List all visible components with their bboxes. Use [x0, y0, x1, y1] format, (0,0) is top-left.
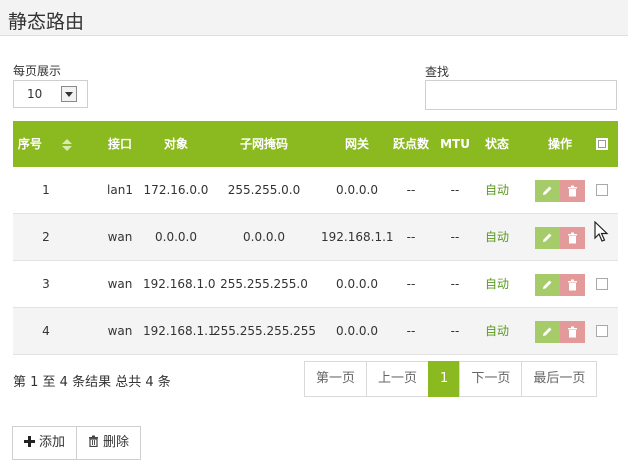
per-page-label: 每页展示	[13, 64, 62, 78]
row-metric: --	[406, 230, 416, 244]
header-cell-gateway: 网关	[344, 137, 369, 151]
bulk-actions: 添加 删除	[12, 426, 142, 460]
delete-button-label: 删除	[103, 435, 130, 450]
trash-icon	[89, 435, 99, 447]
row-metric: --	[406, 183, 416, 197]
delete-row-button[interactable]	[560, 274, 585, 296]
trash-icon	[568, 279, 577, 291]
sort-icon[interactable]	[60, 138, 74, 152]
header-cell-metric: 跃点数	[392, 137, 429, 151]
per-page-value: 10	[27, 87, 43, 101]
search-input[interactable]	[425, 80, 617, 110]
title-bar: 静态路由	[0, 0, 628, 36]
pencil-icon	[543, 327, 552, 336]
delete-row-button[interactable]	[560, 180, 585, 202]
row-target: 192.168.1.1	[143, 324, 216, 338]
row-target: 172.16.0.0	[143, 183, 209, 197]
row-actions	[535, 274, 585, 296]
page-title: 静态路由	[8, 11, 85, 33]
header-cell-mask: 子网掩码	[239, 137, 288, 151]
row-checkbox[interactable]	[596, 325, 608, 337]
header-cell-iface: 接口	[107, 137, 132, 151]
edit-button[interactable]	[535, 180, 560, 202]
row-mtu: --	[450, 183, 460, 197]
row-gateway: 0.0.0.0	[336, 277, 378, 291]
pager-prev-button[interactable]: 上一页	[366, 361, 430, 397]
add-button[interactable]: 添加	[12, 426, 78, 460]
pager-next-button[interactable]: 下一页	[459, 361, 523, 397]
row-iface: wan	[107, 277, 133, 291]
row-status: 自动	[484, 183, 509, 197]
delete-row-button[interactable]	[560, 321, 585, 343]
row-status: 自动	[484, 277, 509, 291]
result-summary: 第 1 至 4 条结果 总共 4 条	[13, 375, 171, 390]
row-iface: wan	[107, 324, 133, 338]
row-no: 4	[42, 324, 50, 338]
row-mtu: --	[450, 324, 460, 338]
row-gateway: 0.0.0.0	[336, 324, 378, 338]
row-target: 0.0.0.0	[155, 230, 197, 244]
row-no: 2	[42, 230, 50, 244]
per-page-select[interactable]: 10	[13, 80, 88, 108]
row-mtu: --	[450, 230, 460, 244]
row-metric: --	[406, 277, 416, 291]
plus-icon	[24, 436, 35, 447]
row-actions	[535, 321, 585, 343]
trash-icon	[568, 232, 577, 244]
header-cell-mtu: MTU	[440, 137, 470, 151]
pager-page-1[interactable]: 1	[428, 361, 461, 397]
select-all-checkbox[interactable]	[596, 138, 608, 150]
pencil-icon	[543, 186, 552, 195]
row-mask: 0.0.0.0	[243, 230, 285, 244]
pagination: 第一页 上一页 1 下一页 最后一页	[304, 361, 598, 397]
row-no: 3	[42, 277, 50, 291]
table-row: 1 lan1 172.16.0.0 255.255.0.0 0.0.0.0 --…	[13, 167, 618, 214]
row-iface: wan	[107, 230, 133, 244]
add-button-label: 添加	[39, 435, 66, 450]
row-checkbox[interactable]	[596, 184, 608, 196]
table-header: 序号 接口 对象 子网掩码 网关 跃点数 MTU 状态 操作	[13, 121, 618, 167]
pencil-icon	[543, 233, 552, 242]
row-mask: 255.255.0.0	[227, 183, 301, 197]
pencil-icon	[543, 280, 552, 289]
header-cell-no[interactable]: 序号	[13, 121, 79, 167]
row-no: 1	[42, 183, 50, 197]
search-label: 查找	[425, 65, 450, 79]
row-mask: 255.255.255.0	[220, 277, 308, 291]
edit-button[interactable]	[535, 227, 560, 249]
row-target: 192.168.1.0	[143, 277, 216, 291]
pager-last-button[interactable]: 最后一页	[521, 361, 598, 397]
header-cell-actions: 操作	[547, 137, 572, 151]
delete-row-button[interactable]	[560, 227, 585, 249]
row-gateway: 0.0.0.0	[336, 183, 378, 197]
pager-first-button[interactable]: 第一页	[304, 361, 368, 397]
trash-icon	[568, 185, 577, 197]
table-row: 3 wan 192.168.1.0 255.255.255.0 0.0.0.0 …	[13, 261, 618, 308]
mouse-cursor-icon	[594, 221, 609, 242]
row-gateway: 192.168.1.1	[321, 230, 394, 244]
delete-button[interactable]: 删除	[76, 426, 142, 460]
header-cell-target: 对象	[163, 137, 188, 151]
row-mask: 255.255.255.255	[213, 324, 317, 338]
row-iface: lan1	[107, 183, 133, 197]
header-cell-status: 状态	[484, 137, 509, 151]
row-actions	[535, 180, 585, 202]
trash-icon	[568, 326, 577, 338]
edit-button[interactable]	[535, 321, 560, 343]
row-actions	[535, 227, 585, 249]
row-status: 自动	[484, 230, 509, 244]
table-row: 2 wan 0.0.0.0 0.0.0.0 192.168.1.1 -- -- …	[13, 214, 618, 261]
edit-button[interactable]	[535, 274, 560, 296]
dropdown-arrow-icon[interactable]	[61, 86, 77, 102]
row-status: 自动	[484, 324, 509, 338]
row-checkbox[interactable]	[596, 278, 608, 290]
table-row: 4 wan 192.168.1.1 255.255.255.255 0.0.0.…	[13, 308, 618, 355]
routes-table: 序号 接口 对象 子网掩码 网关 跃点数 MTU 状态 操作 1 lan1 17…	[13, 121, 618, 355]
row-metric: --	[406, 324, 416, 338]
row-mtu: --	[450, 277, 460, 291]
